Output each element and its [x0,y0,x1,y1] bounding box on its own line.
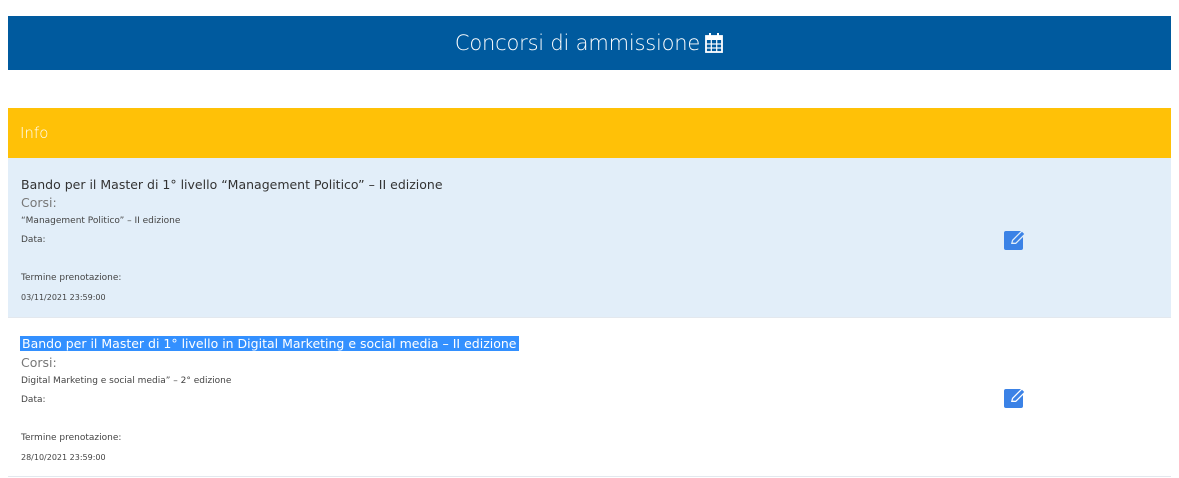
corsi-label: Corsi: [21,195,57,210]
corsi-label: Corsi: [21,355,57,370]
termine-value: 03/11/2021 23:59:00 [21,293,106,302]
edit-icon[interactable] [1003,228,1029,252]
termine-label: Termine prenotazione: [21,433,122,443]
corso-value: “Management Politico” – II edizione [21,216,181,226]
data-label: Data: [21,395,46,405]
bando-card: Bando per il Master di 1° livello “Manag… [8,158,1171,318]
data-label: Data: [21,235,46,245]
page-title: Concorsi di ammissione [454,31,701,55]
corso-value: Digital Marketing e social media” – 2° e… [21,376,232,386]
info-label: Info [20,124,49,142]
bando-card: Bando per il Master di 1° livello in Dig… [8,319,1171,477]
termine-label: Termine prenotazione: [21,273,122,283]
page-header: Concorsi di ammissione [8,16,1171,70]
calendar-icon [704,32,724,54]
info-header: Info [8,108,1171,158]
edit-icon[interactable] [1003,386,1029,410]
bando-title: Bando per il Master di 1° livello “Manag… [21,177,443,192]
bando-title: Bando per il Master di 1° livello in Dig… [20,336,519,351]
termine-value: 28/10/2021 23:59:00 [21,453,106,462]
